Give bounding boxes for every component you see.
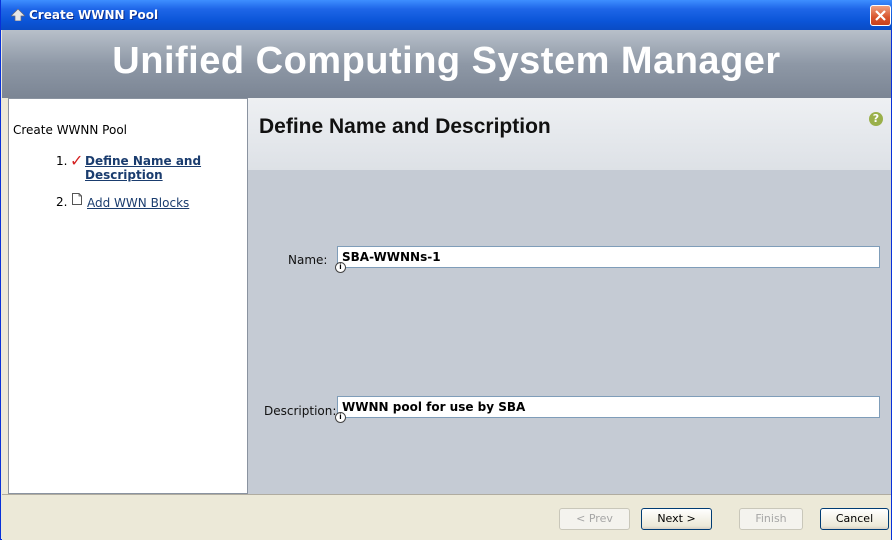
description-field[interactable]: WWNN pool for use by SBA [337, 396, 880, 418]
wizard-window: Create WWNN Pool Unified Computing Syste… [0, 0, 892, 540]
window-title: Create WWNN Pool [29, 8, 159, 22]
info-icon: i [335, 412, 346, 423]
content-header: Define Name and Description ? [248, 98, 891, 170]
help-icon[interactable]: ? [869, 112, 883, 126]
checkmark-icon: ✓ [70, 151, 84, 170]
step-label[interactable]: Define Name and Description [85, 154, 245, 182]
finish-button[interactable]: Finish [739, 508, 803, 530]
banner-title: Unified Computing System Manager [112, 40, 781, 82]
ucs-app-icon [11, 9, 25, 21]
wizard-footer: < Prev Next > Finish Cancel [2, 494, 891, 540]
name-field[interactable]: SBA-WWNNs-1 [337, 246, 880, 268]
step-number: 2. [56, 195, 68, 209]
info-icon: i [335, 262, 346, 273]
page-title: Define Name and Description [259, 115, 551, 138]
step-label[interactable]: Add WWN Blocks [87, 196, 189, 210]
cancel-button[interactable]: Cancel [820, 508, 889, 530]
close-button[interactable] [870, 5, 891, 26]
document-icon [72, 193, 82, 205]
close-icon [875, 10, 886, 21]
main-content: Define Name and Description ? Name: SBA-… [248, 98, 891, 494]
title-bar[interactable]: Create WWNN Pool [1, 0, 892, 30]
product-banner: Unified Computing System Manager [2, 30, 891, 98]
step-number: 1. [56, 154, 68, 168]
next-button[interactable]: Next > [641, 508, 712, 530]
prev-button[interactable]: < Prev [559, 508, 630, 530]
description-label: Description: [264, 404, 337, 418]
name-label: Name: [288, 253, 328, 267]
wizard-title: Create WWNN Pool [13, 123, 128, 137]
wizard-steps-panel: Create WWNN Pool 1. ✓ Define Name and De… [8, 98, 248, 494]
